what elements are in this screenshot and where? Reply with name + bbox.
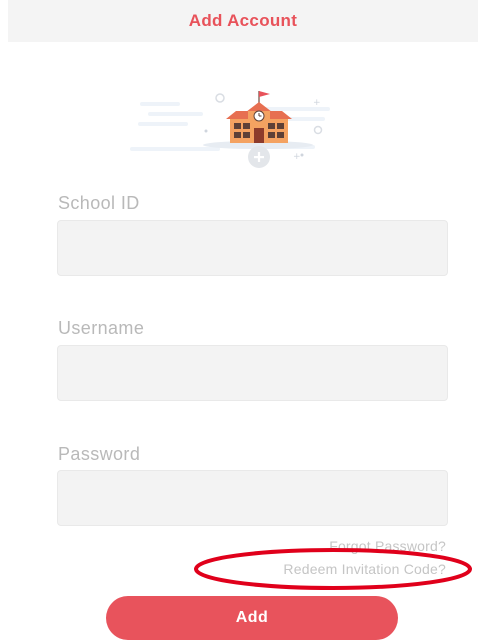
school-illustration: + +	[130, 91, 330, 168]
add-button[interactable]: Add	[106, 596, 398, 640]
school-id-label: School ID	[58, 193, 140, 213]
plus-icon	[248, 146, 270, 168]
page-title: Add Account	[188, 11, 298, 30]
svg-text:+: +	[293, 152, 301, 162]
school-id-input[interactable]	[57, 220, 448, 276]
password-input[interactable]	[57, 470, 448, 526]
header-bar: Add Account	[8, 0, 478, 42]
redeem-invitation-code-link[interactable]: Redeem Invitation Code?	[283, 561, 446, 577]
username-input[interactable]	[57, 345, 448, 401]
username-label: Username	[58, 318, 145, 338]
forgot-password-link[interactable]: Forgot Password?	[329, 538, 446, 554]
svg-text:+: +	[313, 98, 321, 108]
password-label: Password	[58, 444, 141, 464]
